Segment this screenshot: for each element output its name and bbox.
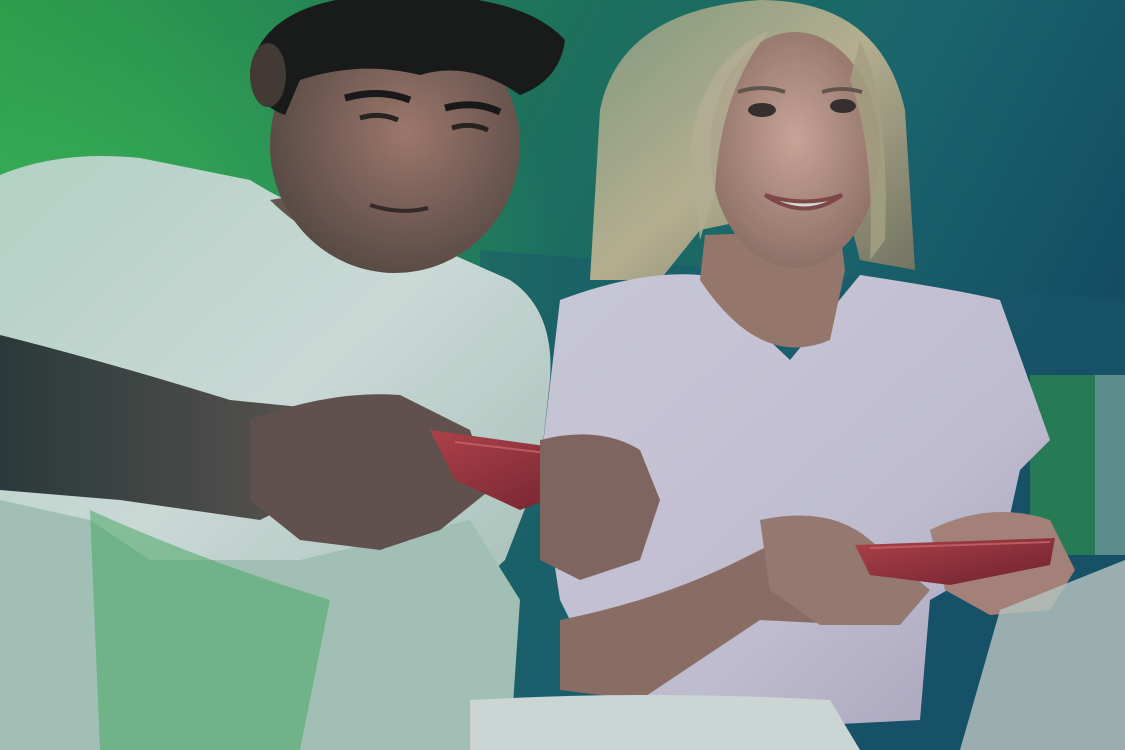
photo-illustration — [0, 0, 1125, 750]
lighting-overlay — [0, 0, 1125, 750]
photo-scene — [0, 0, 1125, 750]
